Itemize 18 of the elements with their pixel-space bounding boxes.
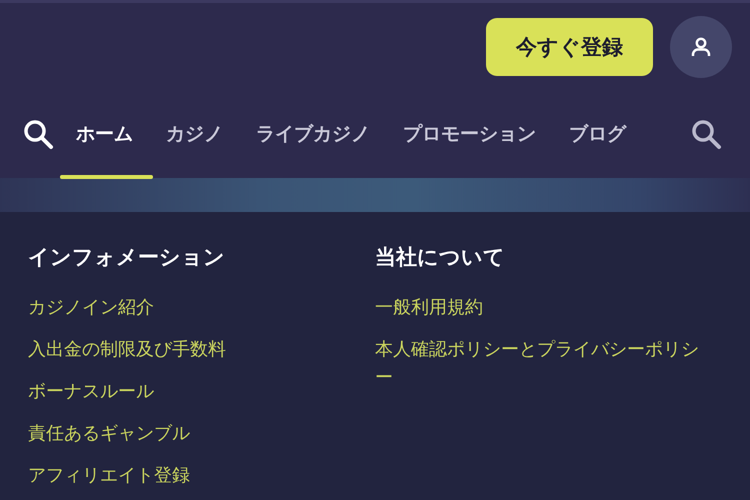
footer-link[interactable]: 本人確認ポリシーとプライバシーポリシー — [375, 336, 715, 392]
footer-link[interactable]: カジノイン紹介 — [28, 294, 154, 322]
footer-link[interactable]: 一般利用規約 — [375, 294, 483, 322]
footer-heading: 当社について — [375, 244, 506, 271]
nav-tab[interactable]: プロモーション — [403, 106, 536, 162]
search-icon[interactable] — [22, 118, 54, 150]
nav-tab[interactable]: ブログ — [569, 106, 626, 162]
nav-tab[interactable]: ホーム — [76, 106, 133, 162]
footer-heading: インフォメーション — [28, 244, 226, 271]
nav-tab[interactable]: ライブカジノ — [256, 106, 370, 162]
footer-link[interactable]: 責任あるギャンブル — [28, 420, 190, 448]
user-icon — [689, 35, 713, 59]
footer-link[interactable]: アフィリエイト登録 — [28, 462, 190, 490]
search-icon[interactable] — [690, 118, 722, 150]
nav-tab[interactable]: カジノ — [166, 106, 223, 162]
footer-link[interactable]: 入出金の制限及び手数料 — [28, 336, 226, 364]
register-button[interactable]: 今すぐ登録 — [486, 18, 653, 76]
footer-link[interactable]: ボーナスルール — [28, 378, 154, 406]
